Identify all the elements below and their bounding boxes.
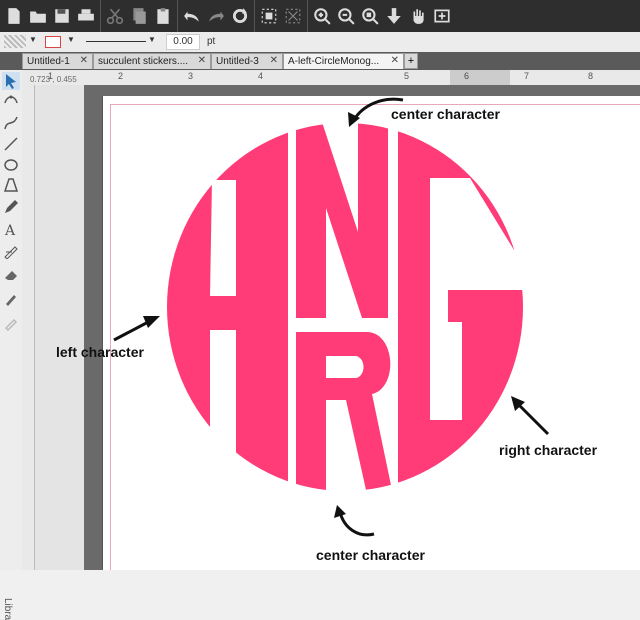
library-panel-label[interactable]: Libra [2,598,13,620]
tab-label: Untitled-3 [216,56,259,67]
fill-dropdown-icon[interactable]: ▼ [29,35,37,44]
add-tab-button[interactable]: + [404,53,418,69]
tab-label: Untitled-1 [27,56,70,67]
stroke-dropdown-icon[interactable]: ▼ [67,35,75,44]
tab-succulent-stickers[interactable]: succulent stickers.... ✕ [93,53,211,69]
save-icon[interactable] [51,4,73,28]
history-group [178,0,255,32]
fit-page-icon[interactable] [431,4,453,28]
ruler-number: 8 [588,71,594,81]
fill-pattern-icon[interactable] [4,35,26,48]
ruler-selection-marker [450,70,510,85]
main-toolbar [0,0,640,32]
select-all-icon[interactable] [258,4,280,28]
move-down-icon[interactable] [383,4,405,28]
ellipse-tool-icon[interactable] [2,156,20,174]
tab-label: succulent stickers.... [98,56,189,67]
cut-border [110,104,640,570]
redo-icon[interactable] [205,4,227,28]
copy-icon[interactable] [128,4,150,28]
file-group [0,0,101,32]
print-icon[interactable] [75,4,97,28]
undo-icon[interactable] [181,4,203,28]
selection-group [255,0,308,32]
tab-untitled-3[interactable]: Untitled-3 ✕ [211,53,283,69]
text-tool-icon[interactable]: A [2,220,20,238]
pencil-icon[interactable] [2,198,20,216]
tab-untitled-1[interactable]: Untitled-1 ✕ [22,53,93,69]
close-icon[interactable]: ✕ [391,55,399,66]
line-tool-icon[interactable] [2,135,20,153]
close-icon[interactable]: ✕ [198,55,206,66]
zoom-selection-icon[interactable] [359,4,381,28]
options-bar: ▼ ▼ ▼ 0.00 pt [0,32,640,53]
ruler-number: 4 [258,71,264,81]
edit-group [101,0,178,32]
line-width-input[interactable]: 0.00 [166,34,200,50]
zoom-out-icon[interactable] [335,4,357,28]
cursor-coordinates: 0.723 , 0.455 [30,75,77,84]
line-style-preview[interactable] [86,41,146,42]
draw-curve-icon[interactable] [2,114,20,132]
refresh-icon[interactable] [229,4,251,28]
polygon-tool-icon[interactable] [2,176,20,194]
annotation-left: left character [56,344,144,360]
deselect-icon[interactable] [282,4,304,28]
vertical-ruler [22,85,84,570]
new-icon[interactable] [3,4,25,28]
annotation-center-bottom: center character [316,547,425,563]
knife-icon[interactable] [2,290,20,308]
eyedropper-icon[interactable] [2,314,20,332]
ruler-number: 7 [524,71,530,81]
text-on-path-icon[interactable] [2,242,20,260]
open-icon[interactable] [27,4,49,28]
view-group [308,0,456,32]
ruler-number: 5 [404,71,410,81]
tab-label: A-left-CircleMonog... [288,56,380,67]
ruler-number: 2 [118,71,124,81]
point-edit-icon[interactable] [2,92,20,110]
annotation-right: right character [499,442,598,458]
cut-icon[interactable] [104,4,126,28]
eraser-icon[interactable] [2,266,20,284]
paste-icon[interactable] [152,4,174,28]
zoom-in-icon[interactable] [311,4,333,28]
pan-hand-icon[interactable] [407,4,429,28]
horizontal-ruler: 1 2 3 4 5 6 7 8 [22,70,640,86]
select-arrow-icon[interactable] [2,72,20,90]
left-toolbar: A Libra [0,70,23,620]
close-icon[interactable]: ✕ [270,55,278,66]
ruler-number: 3 [188,71,194,81]
tab-a-left-circle-monogram[interactable]: A-left-CircleMonog... ✕ [283,53,404,69]
line-style-dropdown-icon[interactable]: ▼ [148,35,156,44]
line-width-unit: pt [207,36,216,47]
close-icon[interactable]: ✕ [80,55,88,66]
annotation-center-top: center character [391,106,500,122]
stroke-color-swatch[interactable] [45,36,61,48]
document-tabs: Untitled-1 ✕ succulent stickers.... ✕ Unti… [0,52,640,70]
svg-text:A: A [4,223,16,237]
